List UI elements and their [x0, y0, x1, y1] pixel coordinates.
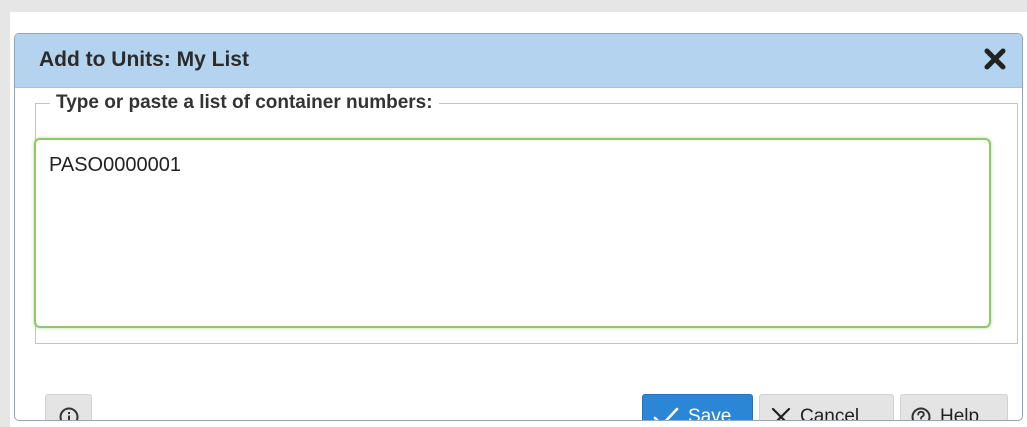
container-numbers-textarea[interactable]: PASO0000001: [34, 138, 991, 328]
backdrop-left-strip: [0, 12, 10, 427]
container-numbers-legend: Type or paste a list of container number…: [56, 92, 433, 113]
close-icon[interactable]: [980, 44, 1010, 74]
info-button[interactable]: [45, 394, 92, 420]
x-icon: [770, 406, 792, 420]
dialog-titlebar: Add to Units: My List: [15, 34, 1022, 88]
info-icon: [58, 406, 80, 420]
dialog-title: Add to Units: My List: [39, 48, 249, 71]
cancel-button-label: Cancel: [800, 406, 860, 421]
backdrop-top-strip: [0, 0, 1027, 12]
checkmark-icon: [652, 406, 680, 420]
question-circle-icon: [910, 406, 932, 420]
help-button[interactable]: Help: [900, 394, 1008, 421]
cancel-button[interactable]: Cancel: [759, 394, 894, 421]
save-button-label: Save: [688, 406, 732, 421]
dialog-footer: Save Cancel Help: [15, 352, 1022, 421]
help-button-label: Help: [940, 406, 980, 421]
save-button[interactable]: Save: [642, 394, 753, 421]
